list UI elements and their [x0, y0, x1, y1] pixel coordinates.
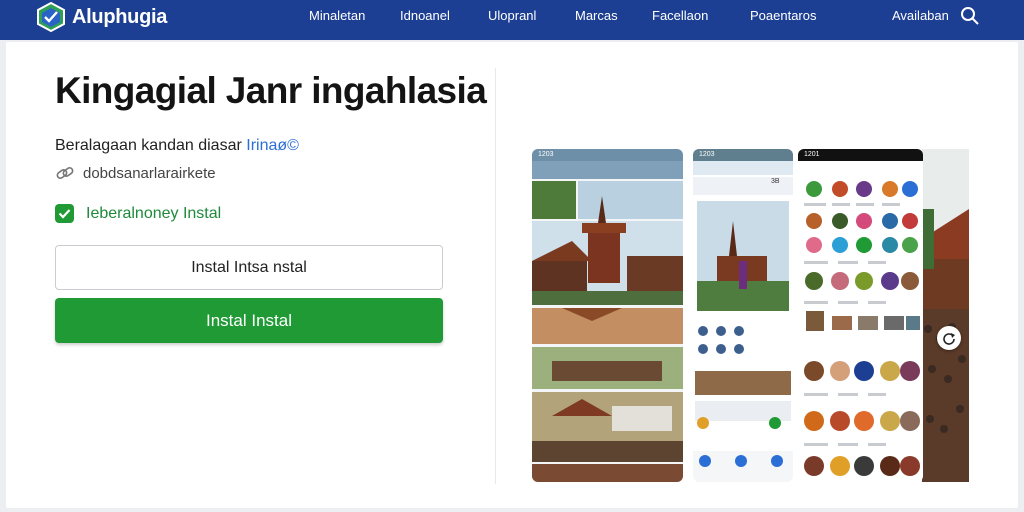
top-navigation-bar: Aluphugia Minaletan Idnoanel Ulopranl Ma…: [0, 0, 1024, 40]
phone-screenshot-1: 1203: [532, 149, 683, 482]
nav-item-3[interactable]: Ulopranl: [488, 8, 536, 23]
check-icon: [55, 204, 74, 223]
nav-item-5[interactable]: Facellaon: [652, 8, 708, 23]
verified-text: Ieberalnoney Instal: [86, 204, 222, 222]
nav-item-7[interactable]: Availaban: [892, 8, 949, 23]
phone-screenshot-2: 1203 3B: [693, 149, 793, 482]
phone-3-content: [798, 161, 923, 476]
phone-3-time: 1201: [804, 151, 820, 158]
search-icon[interactable]: [960, 6, 980, 26]
background-photo: [922, 149, 969, 482]
nav-item-2[interactable]: Idnoanel: [400, 8, 450, 23]
phone-2-badge: 3B: [771, 178, 780, 185]
refresh-button[interactable]: [937, 326, 961, 350]
link-icon: [56, 167, 74, 179]
app-screenshot-gallery: 1203 1203 3B 1201: [532, 149, 969, 482]
install-outline-button[interactable]: Instal Intsa nstal: [55, 245, 443, 290]
verified-row: Ieberalnoney Instal: [55, 204, 221, 223]
panel-divider: [495, 68, 496, 484]
refresh-icon: [943, 333, 955, 345]
phone-2-status-bar: 1203: [693, 149, 793, 161]
description-line: Beralagaan kandan diasar Irinaø©: [55, 137, 299, 155]
phone-2-time: 1203: [699, 151, 715, 158]
brand-name: Aluphugia: [72, 5, 168, 28]
description-link[interactable]: Irinaø©: [246, 137, 299, 154]
description-text: Beralagaan kandan diasar: [55, 137, 247, 154]
nav-item-1[interactable]: Minaletan: [309, 8, 365, 23]
nav-item-4[interactable]: Marcas: [575, 8, 618, 23]
brand-logo[interactable]: Aluphugia: [36, 0, 167, 34]
link-row-text: dobdsanarlarairkete: [83, 164, 216, 182]
logo-icon: [37, 2, 65, 32]
phone-2-content: 3B: [693, 161, 793, 482]
background-photo-art: [922, 149, 969, 482]
phone-1-time: 1203: [538, 151, 554, 158]
nav-item-6[interactable]: Poaentaros: [750, 8, 817, 23]
phone-screenshot-3: 1201: [798, 149, 923, 482]
install-button[interactable]: Instal Instal: [55, 298, 443, 343]
phone-1-content: [532, 161, 683, 482]
phone-3-status-bar: 1201: [798, 149, 923, 161]
phone-1-status-bar: 1203: [532, 149, 683, 161]
link-row: dobdsanarlarairkete: [55, 164, 216, 182]
page-title: Kingagial Janr ingahlasia: [55, 70, 487, 111]
